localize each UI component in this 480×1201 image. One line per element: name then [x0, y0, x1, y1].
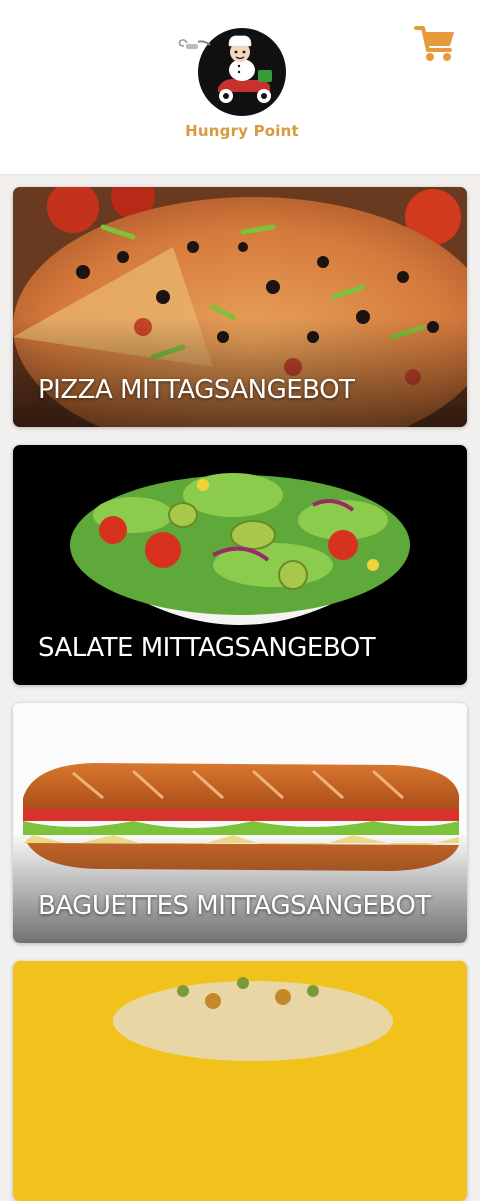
brand-name: Hungry Point [185, 122, 299, 140]
category-card-gratin[interactable] [13, 961, 467, 1201]
gratin-image [13, 961, 467, 1201]
category-title: PIZZA MITTAGSANGEBOT [38, 375, 355, 405]
card-overlay [13, 833, 467, 943]
category-card-salad[interactable]: SALATE MITTAGSANGEBOT [13, 445, 467, 685]
card-overlay [13, 317, 467, 427]
category-card-baguette[interactable]: BAGUETTES MITTAGSANGEBOT [13, 703, 467, 943]
app-header: Hungry Point [0, 0, 480, 174]
category-title: BAGUETTES MITTAGSANGEBOT [38, 891, 431, 921]
card-overlay [13, 575, 467, 685]
speed-lines-icon [178, 39, 211, 49]
shopping-cart-icon[interactable] [414, 24, 456, 64]
category-title: SALATE MITTAGSANGEBOT [38, 633, 376, 663]
category-card-pizza[interactable]: PIZZA MITTAGSANGEBOT [13, 187, 467, 427]
brand-logo[interactable]: Hungry Point [176, 24, 308, 144]
